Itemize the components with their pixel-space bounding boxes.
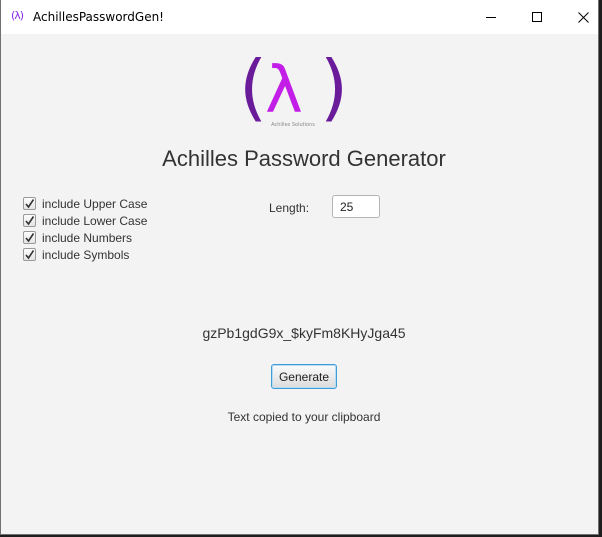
close-button[interactable] (560, 0, 598, 34)
page-title: Achilles Password Generator (162, 146, 446, 171)
status-message: Text copied to your clipboard (227, 410, 381, 424)
generated-password: gzPb1gdG9x_$kyFm8KHyJga45 (202, 325, 406, 341)
minimize-icon (486, 17, 496, 18)
minimize-button[interactable] (468, 0, 514, 34)
symbols-checkbox[interactable] (23, 248, 36, 261)
maximize-button[interactable] (514, 0, 560, 34)
lower-case-checkbox[interactable] (23, 214, 36, 227)
numbers-label: include Numbers (42, 230, 133, 245)
logo-left-paren: ( (239, 45, 267, 129)
checkmark-icon (25, 233, 35, 243)
lower-case-option[interactable]: include Lower Case (23, 212, 147, 229)
upper-case-option[interactable]: include Upper Case (23, 195, 147, 212)
maximize-icon (532, 12, 542, 22)
upper-case-checkbox[interactable] (23, 197, 36, 210)
symbols-option[interactable]: include Symbols (23, 246, 147, 263)
checkmark-icon (25, 216, 35, 226)
app-lambda-icon: (λ) (11, 9, 24, 22)
logo-lambda: λ (265, 54, 303, 128)
symbols-label: include Symbols (42, 247, 130, 262)
numbers-option[interactable]: include Numbers (23, 229, 147, 246)
numbers-checkbox[interactable] (23, 231, 36, 244)
logo-right-paren: ) (320, 45, 348, 129)
length-label: Length: (269, 201, 310, 215)
checkmark-icon (25, 199, 35, 209)
title-bar[interactable]: (λ) AchillesPasswordGen! (1, 0, 598, 34)
lower-case-label: include Lower Case (42, 213, 148, 228)
app-window: (λ) AchillesPasswordGen! ( λ ) Achilles … (0, 0, 599, 535)
logo-caption: Achilles Solutions (271, 122, 315, 128)
upper-case-label: include Upper Case (42, 196, 148, 211)
generate-button[interactable]: Generate (271, 364, 337, 389)
options-list: include Upper Case include Lower Case in… (23, 195, 147, 263)
close-icon (577, 11, 589, 23)
length-input[interactable] (332, 195, 380, 218)
window-title: AchillesPasswordGen! (33, 10, 164, 24)
achilles-logo: ( λ ) Achilles Solutions (239, 45, 348, 129)
checkmark-icon (25, 250, 35, 260)
